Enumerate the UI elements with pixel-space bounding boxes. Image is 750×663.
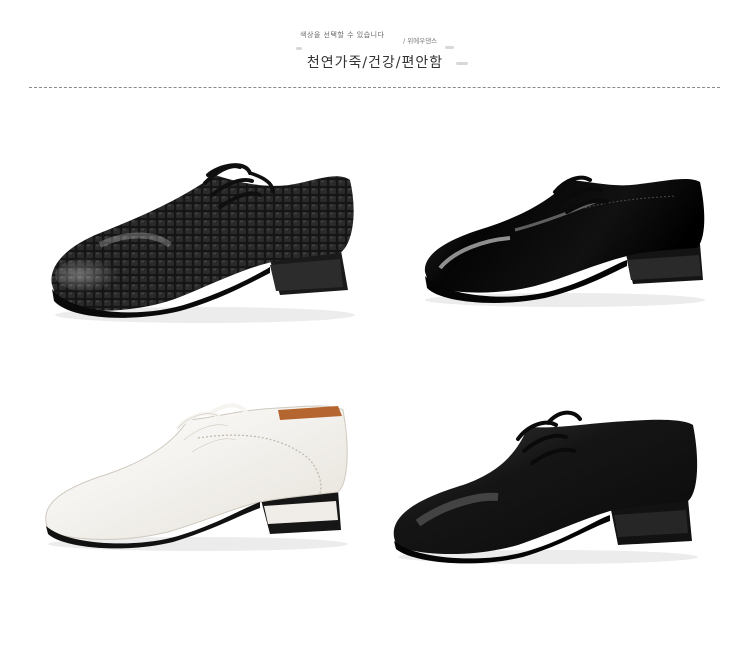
product-image-black-patent-shoe[interactable] <box>415 160 715 315</box>
dashed-divider <box>29 87 720 88</box>
product-image-white-leather-shoe[interactable] <box>38 398 363 558</box>
caption-small: 색상을 선택할 수 있습니다 <box>300 31 385 39</box>
header: 색상을 선택할 수 있습니다 / 위에우댄스 천연가죽/건강/편안함 <box>0 0 750 95</box>
caption-brand: / 위에우댄스 <box>403 37 438 45</box>
caption-row: 색상을 선택할 수 있습니다 / 위에우댄스 <box>0 30 750 45</box>
product-image-black-leather-shoe[interactable] <box>388 405 708 570</box>
faded-mark <box>445 46 454 49</box>
product-image-black-croc-shoe[interactable] <box>40 155 370 330</box>
faded-mark <box>296 47 302 50</box>
page-title: 천연가죽/건강/편안함 <box>306 55 444 71</box>
